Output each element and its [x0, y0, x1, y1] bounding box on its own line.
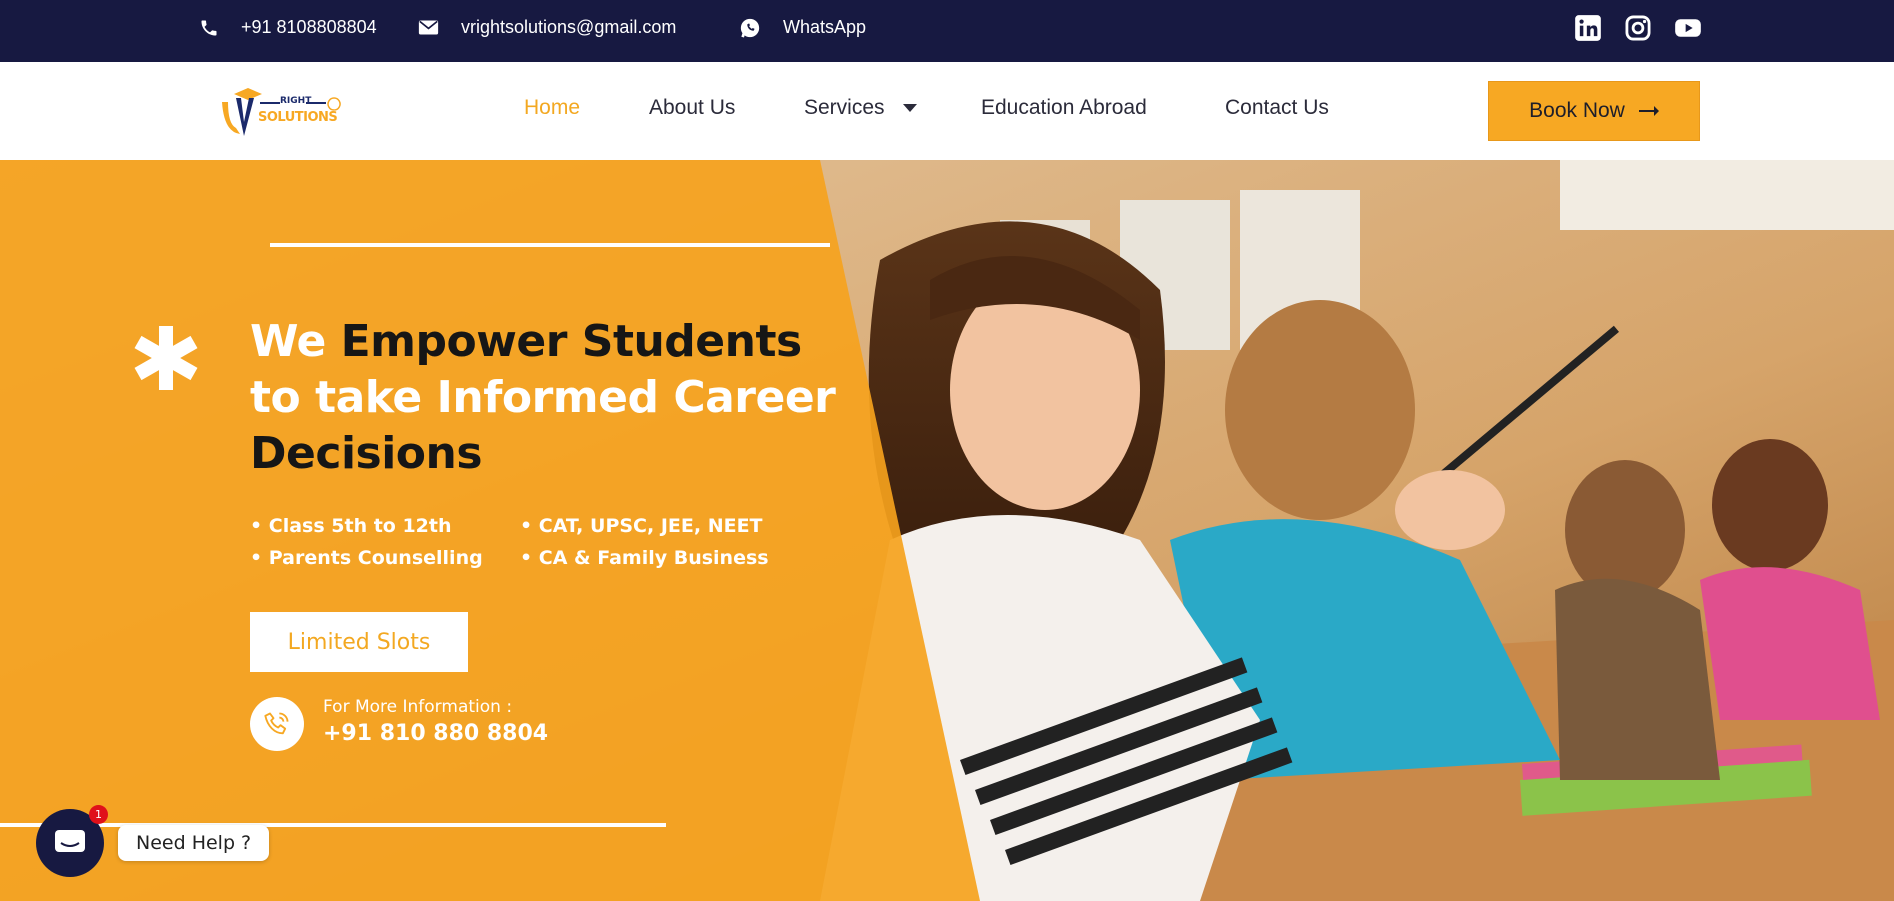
whatsapp-icon	[740, 18, 760, 38]
bullet-item: • Parents Counselling	[250, 547, 483, 569]
phone-icon	[201, 20, 217, 35]
headline-part-2: Empower Students	[340, 316, 803, 367]
nav-home[interactable]: Home	[524, 96, 580, 120]
topbar-email-link[interactable]: vrightsolutions@gmail.com	[418, 0, 676, 55]
instagram-icon[interactable]	[1624, 14, 1652, 42]
limited-slots-label: Limited Slots	[287, 629, 431, 655]
bullet-item: • CA & Family Business	[520, 547, 769, 569]
topbar-whatsapp-link[interactable]: WhatsApp	[739, 0, 866, 55]
bullet-item: • CAT, UPSC, JEE, NEET	[520, 515, 763, 537]
nav-about-us[interactable]: About Us	[649, 96, 735, 120]
nav-contact-us[interactable]: Contact Us	[1225, 96, 1329, 120]
caret-down-icon	[902, 104, 917, 113]
chat-icon	[55, 830, 85, 852]
need-help-text: Need Help ?	[136, 832, 252, 854]
youtube-icon[interactable]	[1674, 14, 1702, 42]
decorative-line-top	[270, 243, 830, 247]
headline-part-3: to take Informed Career	[250, 372, 836, 423]
topbar-email-text: vrightsolutions@gmail.com	[461, 17, 677, 37]
info-phone-number[interactable]: +91 810 880 8804	[323, 721, 548, 746]
arrow-right-icon	[1638, 106, 1659, 116]
book-now-button[interactable]: Book Now	[1488, 81, 1700, 141]
nav-services[interactable]: Services	[804, 96, 917, 120]
book-now-label: Book Now	[1529, 99, 1625, 122]
chat-notification-badge: 1	[89, 805, 108, 824]
asterisk-icon	[134, 326, 198, 390]
phone-ring-icon	[264, 712, 289, 735]
topbar-phone-text: +91 8108808804	[241, 17, 377, 37]
need-help-bubble[interactable]: Need Help ?	[118, 825, 270, 861]
linkedin-icon[interactable]	[1574, 14, 1602, 42]
site-logo[interactable]: RIGHT SOLUTIONS	[214, 80, 356, 142]
topbar-phone-link[interactable]: +91 8108808804	[199, 0, 377, 55]
top-bar: +91 8108808804 vrightsolutions@gmail.com…	[0, 0, 1894, 62]
logo-main-text: SOLUTIONS	[258, 110, 338, 125]
nav-education-abroad[interactable]: Education Abroad	[981, 96, 1147, 120]
info-label: For More Information :	[323, 697, 513, 717]
topbar-whatsapp-text: WhatsApp	[783, 17, 867, 37]
headline-part-4: Decisions	[250, 428, 483, 479]
headline-part-1: We	[250, 316, 341, 367]
nav-services-label: Services	[804, 96, 885, 119]
bullet-item: • Class 5th to 12th	[250, 515, 452, 537]
limited-slots-button[interactable]: Limited Slots	[250, 612, 468, 672]
hero-headline: We Empower Students to take Informed Car…	[250, 314, 850, 482]
envelope-icon	[418, 20, 439, 35]
phone-call-button[interactable]	[250, 697, 304, 751]
logo-small-text: RIGHT	[280, 96, 312, 106]
